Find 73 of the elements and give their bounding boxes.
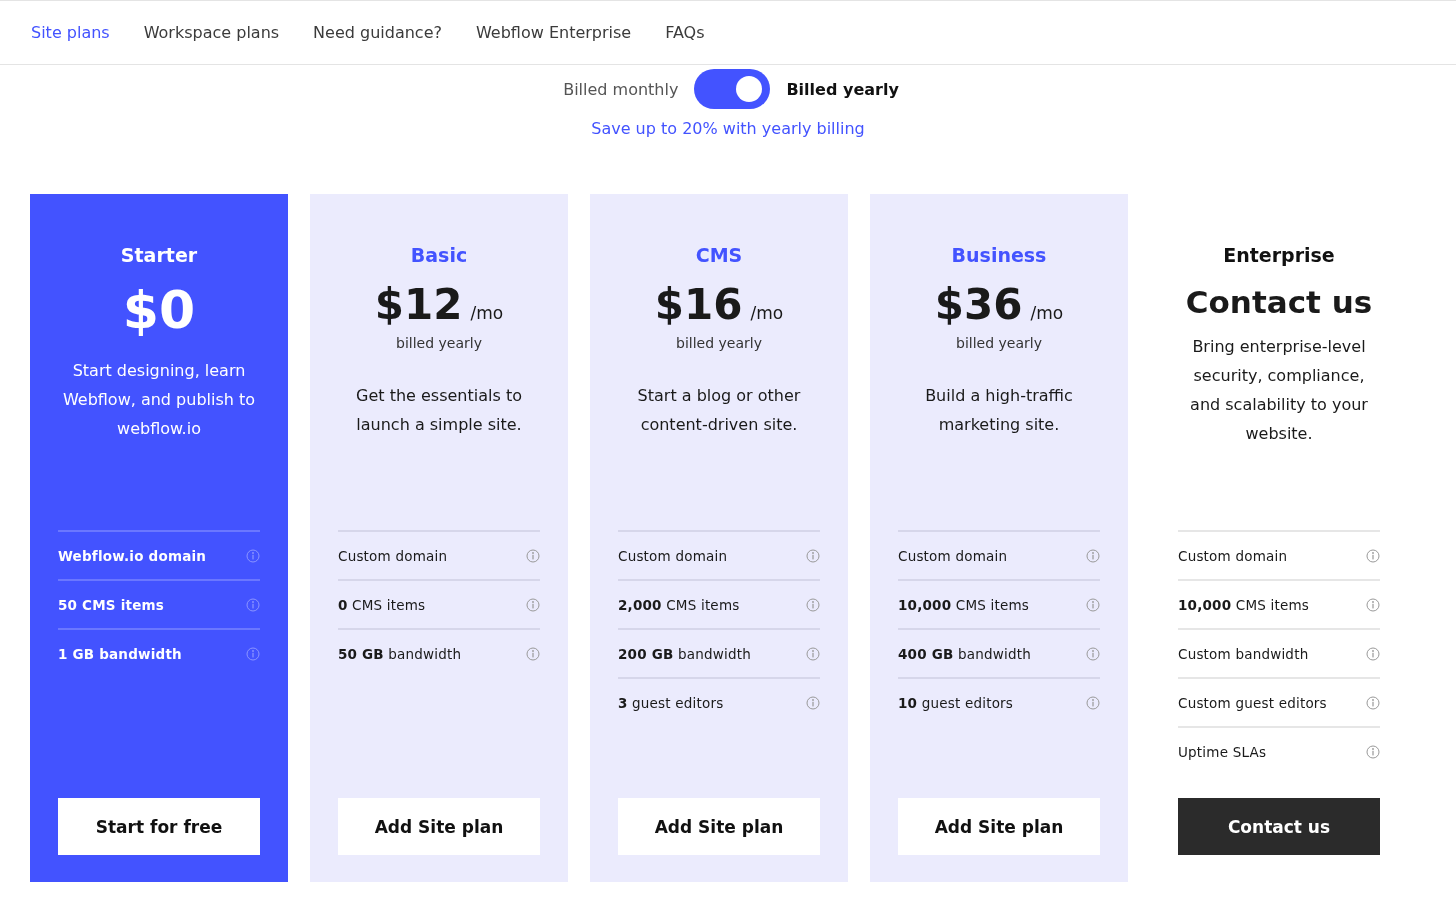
plan-price: $16	[654, 280, 743, 329]
info-icon[interactable]	[1086, 597, 1100, 612]
info-icon[interactable]	[526, 646, 540, 661]
feature-text: Custom domain	[338, 547, 448, 564]
price-period: /mo	[750, 303, 784, 323]
plan-name: CMS	[695, 244, 743, 266]
info-icon[interactable]	[1366, 695, 1380, 710]
feature-text: 200 GB bandwidth	[618, 645, 751, 662]
feature-text: 10,000 CMS items	[898, 596, 1030, 613]
feature-text: 1 GB bandwidth	[58, 645, 182, 662]
info-icon[interactable]	[246, 646, 260, 661]
plan-description: Start a blog or other content-driven site.	[636, 385, 802, 436]
nav-tab[interactable]: Need guidance?	[313, 23, 442, 42]
plan-button[interactable]: Start for free	[58, 798, 260, 855]
billing-note: billed yearly	[676, 335, 762, 351]
feature-text: Custom domain	[1178, 547, 1288, 564]
feature-text: Custom guest editors	[1178, 694, 1327, 711]
billed-yearly-label: Billed yearly	[786, 79, 899, 99]
info-icon[interactable]	[806, 597, 820, 612]
info-icon[interactable]	[1366, 597, 1380, 612]
nav-tab[interactable]: Workspace plans	[143, 23, 280, 42]
feature-text: 3 guest editors	[618, 694, 724, 711]
price-period: /mo	[1030, 303, 1064, 323]
plan-button[interactable]: Contact us	[1178, 798, 1380, 855]
plan-button[interactable]: Add Site plan	[338, 798, 540, 855]
price-period: /mo	[470, 303, 504, 323]
plan-name: Enterprise	[1223, 244, 1335, 266]
plan-button[interactable]: Add Site plan	[618, 798, 820, 855]
feature-text: 400 GB bandwidth	[898, 645, 1031, 662]
info-icon[interactable]	[1366, 548, 1380, 563]
feature-text: Custom domain	[618, 547, 728, 564]
plan-price: $12	[374, 280, 463, 329]
billing-note: billed yearly	[396, 335, 482, 351]
info-icon[interactable]	[806, 695, 820, 710]
plan-description: Bring enterprise-level security, compliance, and scalability to your website.	[1189, 336, 1369, 445]
nav-tab[interactable]: Webflow Enterprise	[476, 23, 632, 42]
billing-toggle[interactable]	[694, 69, 771, 109]
nav-tab[interactable]: Site plans	[31, 23, 110, 42]
info-icon[interactable]	[806, 548, 820, 563]
feature-text: 50 CMS items	[58, 596, 164, 613]
plan-name: Starter	[120, 244, 198, 266]
feature-text: 10 guest editors	[898, 694, 1014, 711]
info-icon[interactable]	[1086, 646, 1100, 661]
plan-button[interactable]: Add Site plan	[898, 798, 1100, 855]
plan-price: Contact us	[1185, 284, 1373, 320]
feature-text: 50 GB bandwidth	[338, 645, 462, 662]
feature-text: 2,000 CMS items	[618, 596, 740, 613]
info-icon[interactable]	[526, 597, 540, 612]
plan-description: Build a high-traffic marketing site.	[924, 385, 1074, 436]
feature-text: 10,000 CMS items	[1178, 596, 1310, 613]
info-icon[interactable]	[1086, 695, 1100, 710]
plan-price: $36	[934, 280, 1023, 329]
plan-price: $0	[122, 280, 196, 340]
info-icon[interactable]	[806, 646, 820, 661]
feature-text: Custom domain	[898, 547, 1008, 564]
info-icon[interactable]	[1086, 548, 1100, 563]
feature-text: 0 CMS items	[338, 596, 426, 613]
plan-description: Start designing, learn Webflow, and publish to webflow.io	[61, 360, 257, 440]
billing-note: billed yearly	[956, 335, 1042, 351]
plan-name: Basic	[410, 244, 468, 266]
feature-text: Webflow.io domain	[58, 547, 207, 564]
billed-monthly-label: Billed monthly	[563, 79, 679, 99]
feature-text: Custom bandwidth	[1178, 645, 1309, 662]
plan-description: Get the essentials to launch a simple site.	[355, 385, 523, 436]
savings-link[interactable]: Save up to 20% with yearly billing	[591, 119, 865, 138]
info-icon[interactable]	[1366, 744, 1380, 759]
info-icon[interactable]	[246, 597, 260, 612]
feature-text: Uptime SLAs	[1178, 743, 1267, 760]
nav-tab[interactable]: FAQs	[665, 23, 705, 42]
info-icon[interactable]	[526, 548, 540, 563]
plan-name: Business	[951, 244, 1047, 266]
info-icon[interactable]	[246, 548, 260, 563]
info-icon[interactable]	[1366, 646, 1380, 661]
